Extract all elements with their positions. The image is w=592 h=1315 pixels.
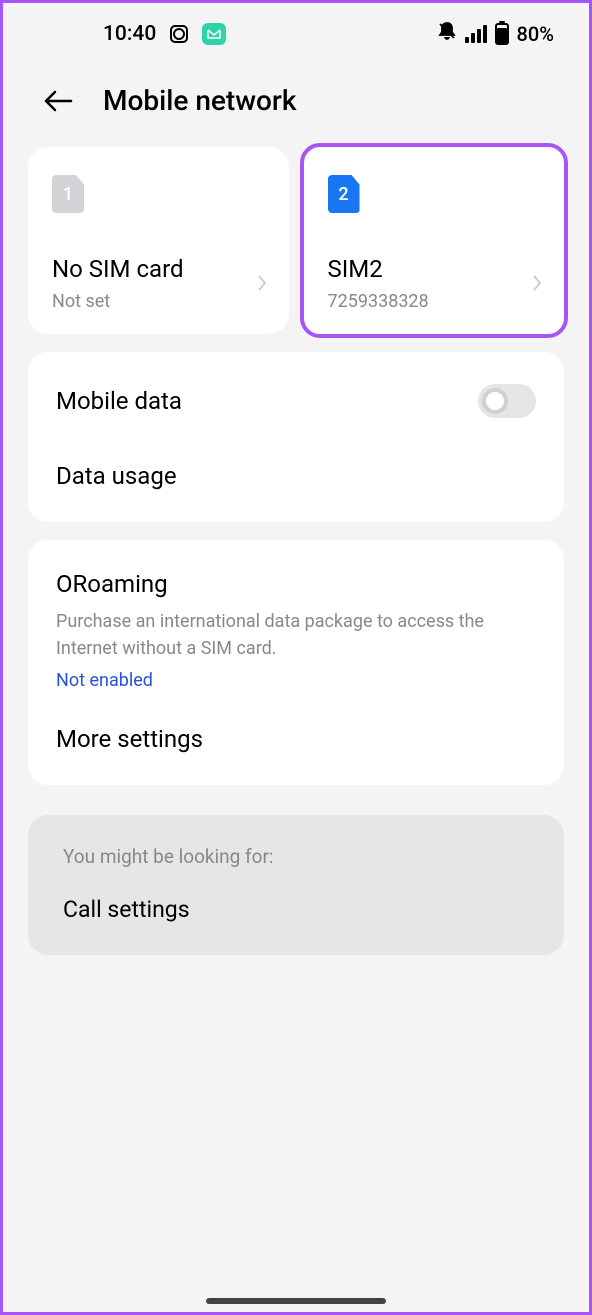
suggestion-label: You might be looking for:	[63, 845, 529, 868]
call-settings-link[interactable]: Call settings	[63, 896, 529, 923]
more-settings-row[interactable]: More settings	[28, 703, 564, 775]
chevron-right-icon	[532, 274, 542, 296]
status-left: 10:40	[103, 22, 226, 46]
oroaming-row[interactable]: ORoaming Purchase an international data …	[28, 550, 564, 703]
mobile-data-label: Mobile data	[56, 387, 182, 415]
data-usage-label: Data usage	[56, 462, 177, 490]
data-usage-row[interactable]: Data usage	[28, 440, 564, 512]
oroaming-title: ORoaming	[56, 570, 536, 598]
suggestion-card: You might be looking for: Call settings	[28, 815, 564, 955]
oroaming-status: Not enabled	[56, 670, 536, 691]
sim-icon-1: 1	[52, 175, 84, 213]
back-button[interactable]	[43, 86, 73, 116]
more-settings-label: More settings	[56, 725, 203, 753]
status-bar: 10:40 80%	[3, 3, 589, 54]
sim2-subtitle: 7259338328	[328, 291, 541, 312]
page-header: Mobile network	[3, 54, 589, 147]
page-title: Mobile network	[103, 84, 296, 117]
oroaming-description: Purchase an international data package t…	[56, 608, 536, 662]
signal-icon	[465, 25, 487, 43]
sim-card-1[interactable]: 1 No SIM card Not set	[28, 147, 289, 334]
mobile-data-toggle[interactable]	[478, 384, 536, 418]
sim1-subtitle: Not set	[52, 291, 265, 312]
battery-percentage: 80%	[517, 22, 554, 46]
sim-icon-2: 2	[328, 175, 360, 213]
sim-cards-row: 1 No SIM card Not set 2 SIM2 7259338328	[3, 147, 589, 334]
mobile-data-row[interactable]: Mobile data	[28, 362, 564, 440]
data-settings-card: Mobile data Data usage	[28, 352, 564, 522]
sim2-title: SIM2	[328, 255, 541, 283]
sim1-title: No SIM card	[52, 255, 265, 283]
chevron-right-icon	[257, 274, 267, 296]
bell-muted-icon	[437, 21, 457, 46]
messages-icon	[202, 23, 226, 45]
instagram-icon	[170, 25, 188, 43]
roaming-card: ORoaming Purchase an international data …	[28, 540, 564, 785]
sim-card-2[interactable]: 2 SIM2 7259338328	[300, 143, 569, 338]
home-indicator[interactable]	[206, 1298, 386, 1304]
status-right: 80%	[437, 21, 554, 46]
battery-icon	[495, 23, 509, 45]
status-time: 10:40	[103, 22, 156, 46]
